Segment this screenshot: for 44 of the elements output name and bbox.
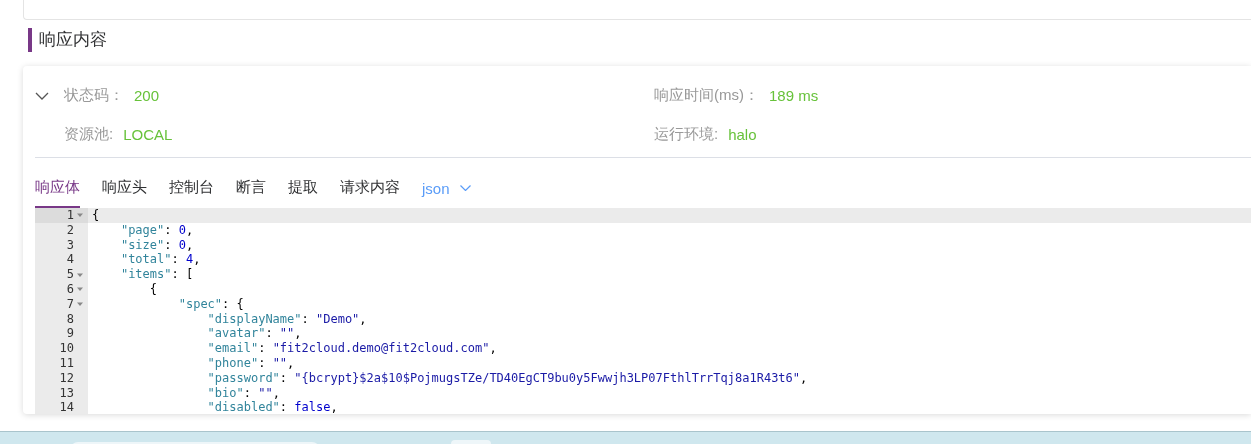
field-label: 响应时间(ms)： (654, 86, 759, 105)
line-number: 4 (66, 252, 74, 268)
line-number: 9 (66, 326, 74, 342)
field-value: 189 ms (769, 87, 819, 104)
line-number: 7 (66, 296, 74, 312)
field-value: LOCAL (123, 126, 173, 143)
code-line: "disabled": false, (206, 400, 338, 414)
section-title: 响应内容 (28, 28, 1251, 52)
chevron-down-icon[interactable] (35, 91, 49, 100)
tab[interactable]: 响应头 (102, 158, 147, 208)
tab[interactable]: 断言 (236, 158, 266, 208)
tab[interactable]: 控制台 (169, 158, 214, 208)
line-number: 12 (59, 370, 74, 386)
line-number: 1 (66, 208, 74, 223)
field-value: halo (728, 126, 757, 143)
tab[interactable]: 请求内容 (340, 158, 400, 208)
field-label: 运行环境: (654, 125, 719, 144)
line-number: 13 (59, 385, 74, 401)
chevron-down-icon (459, 185, 471, 191)
line-number: 10 (59, 341, 74, 356)
code-line: "email": "fit2cloud.demo@fit2cloud.com", (206, 341, 497, 356)
field-label: 资源池: (64, 125, 114, 144)
line-number: 3 (66, 237, 74, 253)
code-line: "avatar": "", (206, 326, 302, 342)
code-line: "phone": "", (206, 355, 295, 371)
code-line: "bio": "", (206, 385, 280, 401)
line-number: 8 (66, 311, 74, 327)
line-number: 14 (59, 400, 74, 414)
code-line: "password": "{bcrypt}$2a$10$PojmugsTZe/TD40EgCT9bu0y5Fwwjh3LP07FthlTrrTqj8a1R43t6", (206, 370, 808, 386)
field-value: 200 (134, 87, 160, 104)
code-line: "total": 4, (119, 252, 201, 268)
code-line: { (91, 208, 100, 223)
line-number: 5 (66, 267, 74, 282)
code-line: "displayName": "Demo", (206, 311, 367, 327)
tab[interactable]: 提取 (288, 158, 318, 208)
line-number: 11 (59, 355, 74, 371)
code-line: "size": 0, (119, 237, 194, 253)
field-label: 状态码： (64, 86, 124, 105)
code-line: "page": 0, (119, 222, 194, 238)
code-line: "items": [ (119, 267, 194, 282)
line-number: 2 (66, 222, 74, 238)
code-line: { (148, 282, 158, 297)
line-number: 6 (66, 282, 74, 297)
code-line: "spec": { (177, 296, 244, 312)
